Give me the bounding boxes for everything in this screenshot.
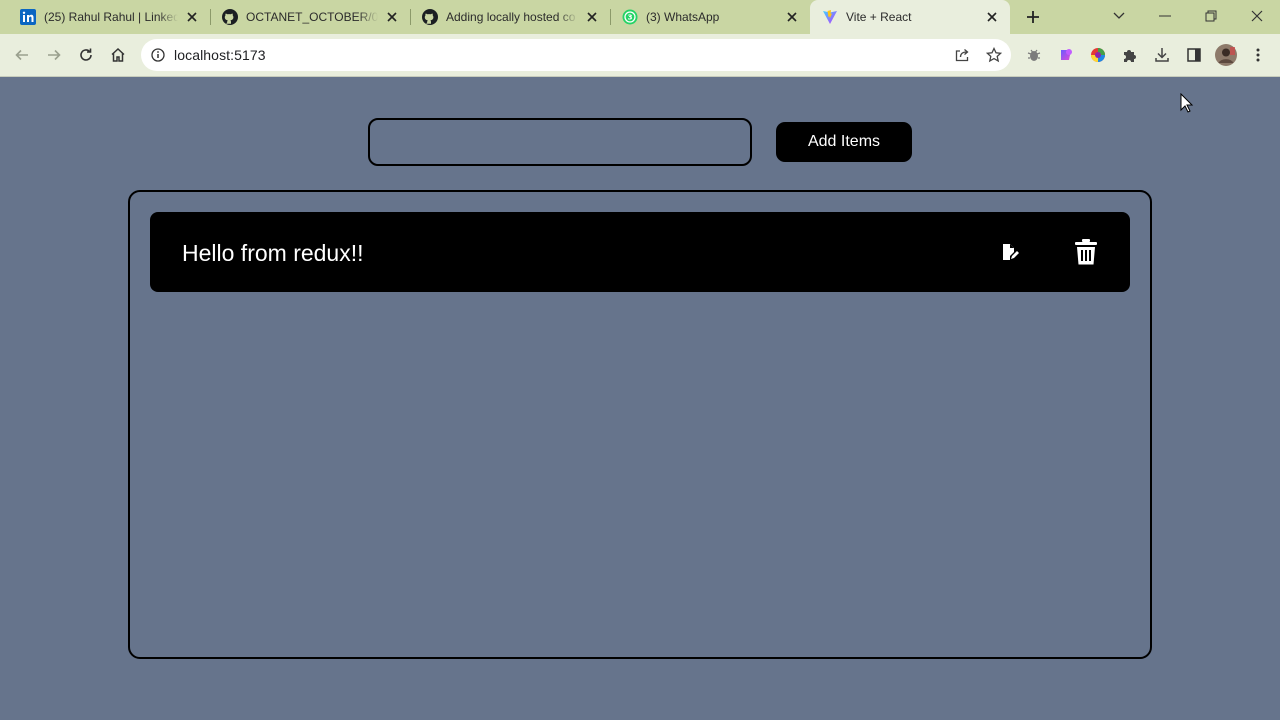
tab-github-adding[interactable]: Adding locally hosted co (410, 0, 610, 34)
close-window-button[interactable] (1242, 3, 1272, 29)
add-items-button[interactable]: Add Items (776, 122, 912, 162)
tab-title: OCTANET_OCTOBER/09M (246, 10, 378, 24)
tab-vite-react[interactable]: Vite + React (810, 0, 1010, 34)
home-button[interactable] (105, 42, 131, 68)
tab-linkedin[interactable]: (25) Rahul Rahul | LinkedIn (8, 0, 210, 34)
star-icon[interactable] (984, 45, 1004, 65)
close-icon[interactable] (182, 7, 202, 27)
browser-toolbar: localhost:5173 (0, 34, 1280, 77)
plus-icon (1027, 11, 1039, 23)
tab-strip: (25) Rahul Rahul | LinkedIn OCTANET_OCTO… (0, 0, 1280, 34)
home-icon (111, 47, 125, 62)
restore-button[interactable] (1196, 3, 1226, 29)
minimize-icon (1159, 15, 1171, 17)
github-icon (222, 9, 238, 25)
trash-icon[interactable] (1072, 238, 1100, 266)
share-icon[interactable] (952, 45, 972, 65)
todo-text: Hello from redux!! (182, 240, 364, 266)
linkedin-icon (20, 9, 36, 25)
tab-title: Vite + React (846, 10, 912, 24)
tab-title: (25) Rahul Rahul | LinkedIn (44, 10, 178, 24)
menu-button[interactable] (1245, 42, 1271, 68)
github-icon (422, 9, 438, 25)
tab-whatsapp[interactable]: 3 (3) WhatsApp (610, 0, 810, 34)
close-icon[interactable] (782, 7, 802, 27)
close-icon (1251, 10, 1263, 22)
tab-search-button[interactable] (1104, 3, 1134, 29)
close-icon[interactable] (582, 7, 602, 27)
restore-icon (1205, 10, 1217, 22)
forward-button[interactable] (41, 42, 67, 68)
chevron-down-icon (1113, 12, 1125, 19)
edit-icon[interactable] (998, 240, 1022, 264)
tab-title: (3) WhatsApp (646, 10, 720, 24)
download-icon[interactable] (1149, 42, 1175, 68)
mouse-cursor-icon (1180, 93, 1194, 113)
side-panel-icon[interactable] (1181, 42, 1207, 68)
more-vertical-icon (1256, 48, 1260, 62)
address-bar[interactable]: localhost:5173 (141, 39, 1011, 71)
list-item: Hello from redux!! (150, 212, 1130, 292)
svg-text:3: 3 (628, 14, 633, 22)
minimize-button[interactable] (1150, 3, 1180, 29)
close-icon[interactable] (982, 7, 1002, 27)
back-button[interactable] (9, 42, 35, 68)
arrow-right-icon (48, 49, 61, 61)
arrow-left-icon (15, 49, 28, 61)
address-url: localhost:5173 (174, 47, 266, 63)
tab-github-octanet[interactable]: OCTANET_OCTOBER/09M (210, 0, 410, 34)
vite-icon (822, 9, 838, 25)
close-icon[interactable] (382, 7, 402, 27)
item-input[interactable] (368, 118, 752, 166)
extension-bug-icon[interactable] (1021, 42, 1047, 68)
extension-purple-icon[interactable] (1053, 42, 1079, 68)
extension-color-icon[interactable] (1085, 42, 1111, 68)
whatsapp-icon: 3 (622, 9, 638, 25)
reload-icon (80, 48, 92, 61)
tab-title: Adding locally hosted co (446, 10, 576, 24)
new-tab-button[interactable] (1022, 6, 1044, 28)
info-icon[interactable] (150, 47, 166, 63)
reload-button[interactable] (73, 42, 99, 68)
puzzle-icon[interactable] (1117, 42, 1143, 68)
page-content: Add Items Hello from redux!! (0, 77, 1280, 720)
todo-list: Hello from redux!! (128, 190, 1152, 659)
avatar[interactable] (1213, 42, 1239, 68)
